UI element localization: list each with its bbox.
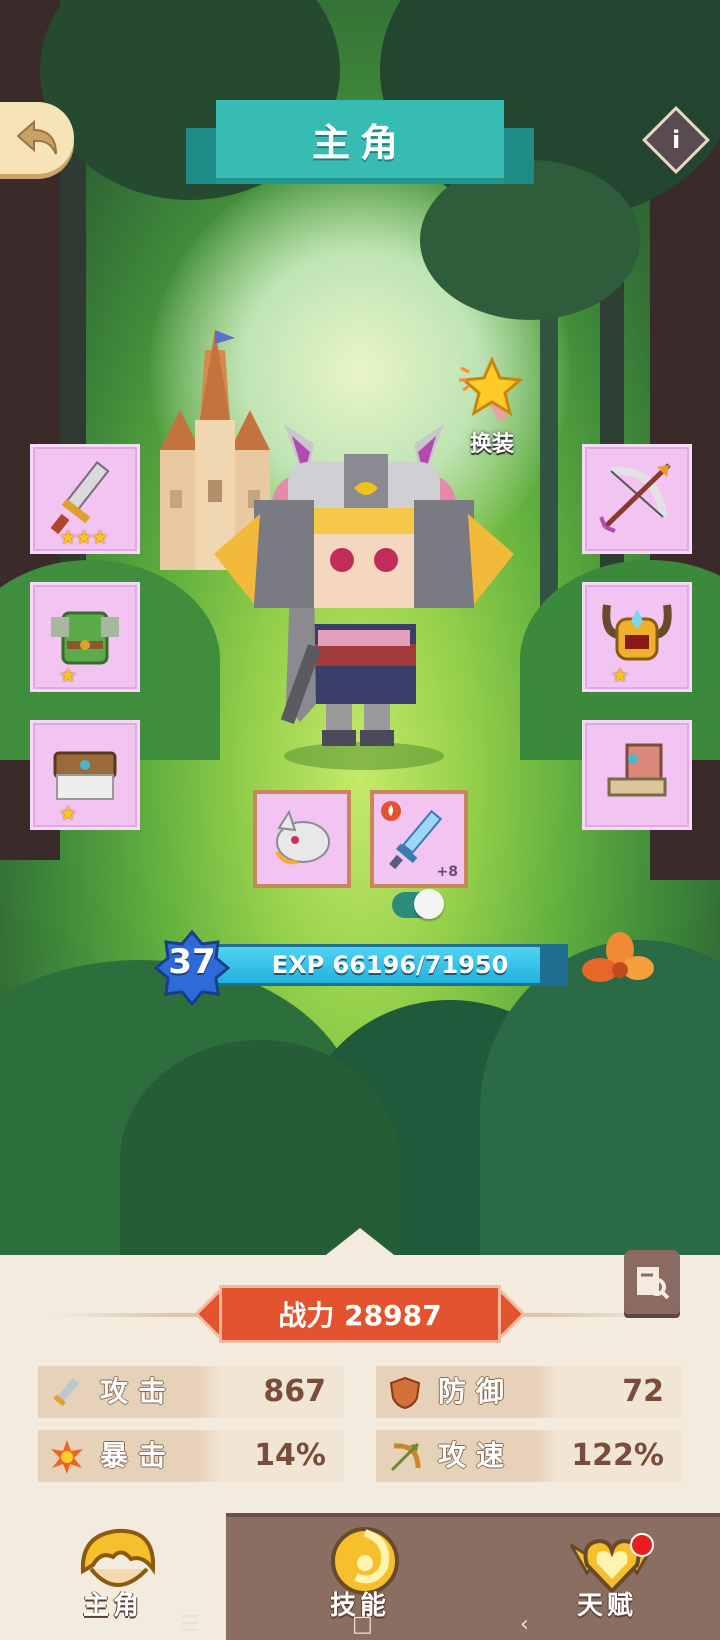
- notification-dot: [630, 1533, 654, 1557]
- stat-defense: 防御 72: [376, 1366, 682, 1418]
- stat-defense-label: 防御: [438, 1375, 515, 1408]
- bow-icon: [599, 463, 671, 533]
- boots-icon: [607, 743, 667, 797]
- green-armor-icon: [51, 611, 119, 665]
- stat-attack-label: 攻击: [100, 1375, 177, 1408]
- equip-slot-belt[interactable]: ★: [30, 720, 140, 830]
- helmet-stars: ★: [611, 663, 629, 687]
- equip-slot-weapon[interactable]: ★★★: [30, 444, 140, 554]
- stat-crit-label: 暴击: [100, 1439, 177, 1472]
- level-badge: 37: [153, 929, 231, 1007]
- back-arrow-icon: [16, 119, 57, 155]
- pet-slot[interactable]: [253, 790, 351, 888]
- stat-attack: 攻击 867: [38, 1366, 344, 1418]
- spirit-weapon-slot[interactable]: +8: [370, 790, 468, 888]
- home-nav-icon[interactable]: □: [352, 1612, 373, 1637]
- hero-character[interactable]: [214, 404, 514, 774]
- display-toggle[interactable]: [392, 889, 444, 919]
- defense-icon: [389, 1376, 421, 1410]
- crit-icon: [51, 1440, 83, 1474]
- belt-stars: ★: [59, 801, 77, 825]
- exp-bar: EXP 66196/71950: [212, 944, 568, 986]
- game-screen: 主角 i 换装 ★★★ ★ ★ ★ +8 EXP 66196/71950 37 …: [0, 0, 720, 1640]
- blue-sword-icon: [389, 809, 443, 870]
- armor-stars: ★: [59, 663, 77, 687]
- stat-crit: 暴击 14%: [38, 1430, 344, 1482]
- attack-speed-icon: [390, 1442, 421, 1472]
- stat-attack-speed-value: 122%: [571, 1438, 664, 1473]
- stat-crit-value: 14%: [254, 1438, 326, 1473]
- weapon-stars: ★★★: [59, 525, 109, 549]
- combat-power-label: 战力 28987: [278, 1299, 442, 1332]
- stat-attack-value: 867: [263, 1374, 326, 1409]
- equip-slot-helmet[interactable]: ★: [582, 582, 692, 692]
- stat-attack-speed-label: 攻速: [438, 1439, 515, 1472]
- stat-details-button[interactable]: [624, 1250, 680, 1314]
- panel-notch: [322, 1228, 398, 1258]
- title-ribbon: 主角: [186, 100, 534, 186]
- stat-attack-speed: 攻速 122%: [376, 1430, 682, 1482]
- toggle-knob: [414, 889, 444, 919]
- page-title: 主角: [311, 120, 408, 165]
- back-button[interactable]: [0, 102, 74, 174]
- horned-helmet-icon: [602, 604, 672, 661]
- back-nav-icon[interactable]: ‹: [520, 1612, 529, 1637]
- equip-slot-armor[interactable]: ★: [30, 582, 140, 692]
- level-value: 37: [168, 942, 216, 982]
- enhance-level: +8: [436, 864, 458, 880]
- exp-text: EXP 66196/71950: [271, 951, 509, 979]
- info-icon: i: [671, 125, 681, 154]
- combat-power: 战力 28987: [222, 1288, 498, 1340]
- equip-slot-boots[interactable]: [582, 720, 692, 830]
- attack-icon: [53, 1378, 79, 1407]
- belt-icon: [53, 751, 117, 800]
- equip-slot-bow[interactable]: [582, 444, 692, 554]
- pet-icon: [275, 809, 330, 865]
- magnifier-document-icon: [637, 1267, 670, 1300]
- stat-defense-value: 72: [622, 1374, 664, 1409]
- menu-nav-icon[interactable]: ☰: [180, 1612, 200, 1637]
